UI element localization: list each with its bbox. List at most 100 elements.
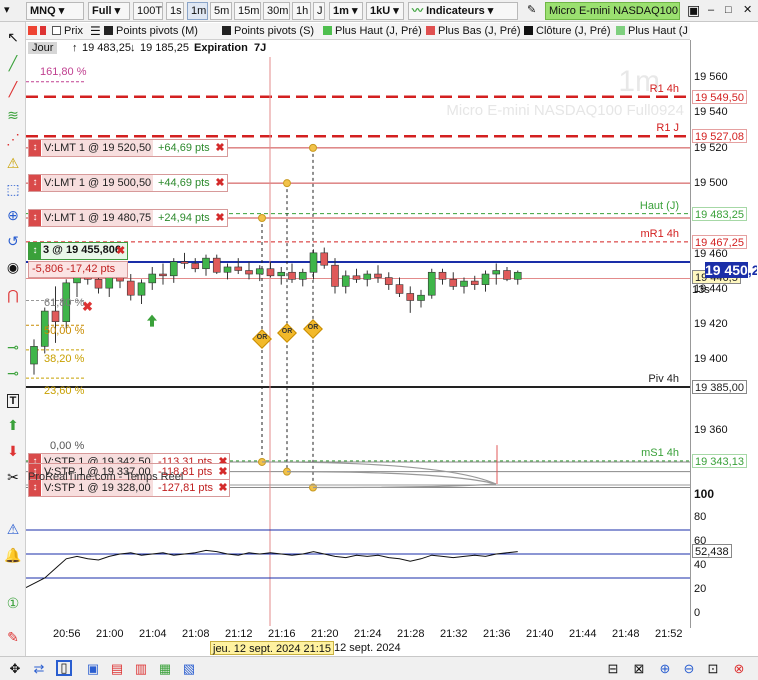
legend-bar: Prix ☰ Points pivots (M) Points pivots (…: [26, 23, 690, 40]
indicators-label: Indicateurs: [426, 5, 485, 17]
draw-tools-icon[interactable]: ✎: [524, 2, 542, 20]
magnet-icon[interactable]: ⋂: [2, 284, 24, 306]
fibonacci-icon[interactable]: ⚠: [2, 152, 24, 174]
share-icon[interactable]: ⇄: [30, 660, 48, 678]
toolbar-menu-icon[interactable]: ▾: [1, 2, 23, 20]
product-name-box[interactable]: Micro E-mini NASDAQ100 F: [545, 2, 680, 20]
order-box[interactable]: ↕ V:LMT 1 @ 19 500,50 +44,69 pts ✖: [28, 174, 228, 193]
cancel-order-icon[interactable]: ✖: [214, 140, 226, 156]
indicators-button[interactable]: 〰 Indicateurs ▾: [408, 2, 518, 20]
close-icon[interactable]: ✕: [740, 2, 758, 20]
view-select[interactable]: Full ▾: [88, 2, 130, 20]
tf-5m-button[interactable]: 5m: [210, 2, 232, 20]
units-select[interactable]: 1kU ▾: [366, 2, 404, 20]
tf-30m-button[interactable]: 30m: [263, 2, 290, 20]
level-label: R1 4h: [649, 82, 679, 95]
timeframe-select[interactable]: 1m ▾: [329, 2, 363, 20]
cursor-icon[interactable]: ↖: [2, 26, 24, 48]
time-tick-label: 21:52: [655, 628, 683, 640]
candle-body: [148, 273, 157, 284]
undo-icon[interactable]: ↺: [2, 230, 24, 252]
fib-0-label: 0,00 %: [50, 440, 85, 452]
order-drag-icon[interactable]: ↕: [29, 210, 41, 226]
or-marker[interactable]: OR: [252, 328, 272, 349]
tf-day-button[interactable]: J: [313, 2, 325, 20]
nav-end-icon[interactable]: ⊠: [630, 660, 648, 678]
horizontal-line-icon[interactable]: ╱: [2, 78, 24, 100]
tf-1s-button[interactable]: 1s: [166, 2, 184, 20]
tf-1h-button[interactable]: 1h: [292, 2, 311, 20]
layout-icon[interactable]: ▯: [56, 660, 72, 676]
position-box[interactable]: ↕ 3 @ 19 455,806 ✖: [28, 242, 128, 260]
legend-item-high-day[interactable]: Plus Haut (J: [616, 24, 688, 39]
settings-icon[interactable]: ▧: [180, 660, 198, 678]
position-drag-icon[interactable]: ↕: [29, 243, 41, 259]
zoom-fit-icon[interactable]: ⊡: [704, 660, 722, 678]
nav-start-icon[interactable]: ⊟: [604, 660, 622, 678]
cancel-order-icon[interactable]: ✖: [214, 210, 226, 226]
candle-body: [180, 261, 189, 264]
order-drag-icon[interactable]: ↕: [29, 175, 41, 192]
legend-add-icon[interactable]: [28, 24, 40, 39]
legend-label: Plus Bas (J, Pré): [438, 25, 521, 37]
instrument-select[interactable]: MNQ ▾: [26, 2, 84, 20]
time-axis[interactable]: 20:56 21:00 21:04 21:08 21:12 21:16 21:20 21:24…: [26, 626, 690, 642]
print-icon[interactable]: ▥: [132, 660, 150, 678]
period-label[interactable]: Jour: [28, 42, 58, 54]
alert-icon[interactable]: ⚠: [2, 518, 24, 540]
fan-icon[interactable]: ⋰: [2, 128, 24, 150]
legend-item-close[interactable]: Clôture (J, Pré): [524, 24, 611, 39]
legend-item-pivots-s[interactable]: Points pivots (S): [222, 24, 314, 39]
screenshot-icon[interactable]: ▤: [108, 660, 126, 678]
close-panel-icon[interactable]: ⊗: [730, 660, 748, 678]
order-box[interactable]: ↕ V:LMT 1 @ 19 520,50 +64,69 pts ✖: [28, 138, 228, 157]
rectangle-icon[interactable]: ⬚: [2, 178, 24, 200]
legend-item-prix[interactable]: Prix: [52, 24, 83, 39]
maximize-icon[interactable]: □: [722, 2, 740, 20]
link-icon[interactable]: ✥: [6, 660, 24, 678]
eye-icon[interactable]: ◉: [2, 256, 24, 278]
zoom-out-icon[interactable]: ⊖: [680, 660, 698, 678]
cancel-order-icon[interactable]: ✖: [214, 175, 226, 191]
watermark-name: Micro E-mini NASDAQ100 Full0924: [446, 102, 684, 119]
legend-item-pivots-m[interactable]: Points pivots (M): [104, 24, 198, 39]
or-marker-label: OR: [256, 333, 268, 341]
tf-15m-button[interactable]: 15m: [234, 2, 261, 20]
delete-drawings-icon[interactable]: ✎: [2, 626, 24, 648]
text-icon[interactable]: T: [2, 388, 24, 410]
detach-icon[interactable]: ▣: [684, 2, 702, 20]
current-price-suffix: ,25: [747, 262, 757, 278]
channel-icon[interactable]: ≋: [2, 104, 24, 126]
order-icon[interactable]: ①: [2, 592, 24, 614]
cancel-order-icon[interactable]: ✖: [217, 464, 229, 480]
ray-icon[interactable]: ⊸: [2, 362, 24, 384]
arrow-up-icon[interactable]: ⬆: [2, 414, 24, 436]
minimize-icon[interactable]: –: [705, 2, 723, 20]
order-box[interactable]: ↕ V:LMT 1 @ 19 480,75 +24,94 pts ✖: [28, 209, 228, 227]
legend-list-icon[interactable]: ☰: [90, 24, 101, 39]
bell-icon[interactable]: 🔔: [2, 544, 24, 566]
order-label: V:LMT 1 @ 19 480,75: [42, 210, 154, 226]
trendline-icon[interactable]: ╱: [2, 52, 24, 74]
or-marker[interactable]: OR: [303, 318, 323, 339]
cancel-order-icon[interactable]: ✖: [217, 480, 229, 496]
tf-1m-button[interactable]: 1m: [187, 2, 208, 20]
legend-item-low[interactable]: Plus Bas (J, Pré): [426, 24, 521, 39]
zoom-icon[interactable]: ⊕: [2, 204, 24, 226]
day-high-value: 19 483,25: [82, 42, 131, 54]
close-position-icon[interactable]: ✖: [116, 244, 125, 257]
cut-icon[interactable]: ✂: [2, 466, 24, 488]
candle-body: [202, 257, 210, 270]
order-drag-icon[interactable]: ↕: [29, 139, 41, 156]
export-icon[interactable]: ▦: [156, 660, 174, 678]
or-marker[interactable]: OR: [277, 322, 297, 343]
candle-body: [406, 293, 415, 301]
segment-icon[interactable]: ⊸: [2, 336, 24, 358]
legend-remove-icon[interactable]: [40, 24, 49, 39]
arrow-down-icon[interactable]: ⬇: [2, 440, 24, 462]
candle-body: [126, 280, 135, 296]
zoom-in-icon[interactable]: ⊕: [656, 660, 674, 678]
legend-item-high[interactable]: Plus Haut (J, Pré): [323, 24, 422, 39]
display-icon[interactable]: ▣: [84, 660, 102, 678]
units-button[interactable]: 100Ti: [133, 2, 163, 20]
